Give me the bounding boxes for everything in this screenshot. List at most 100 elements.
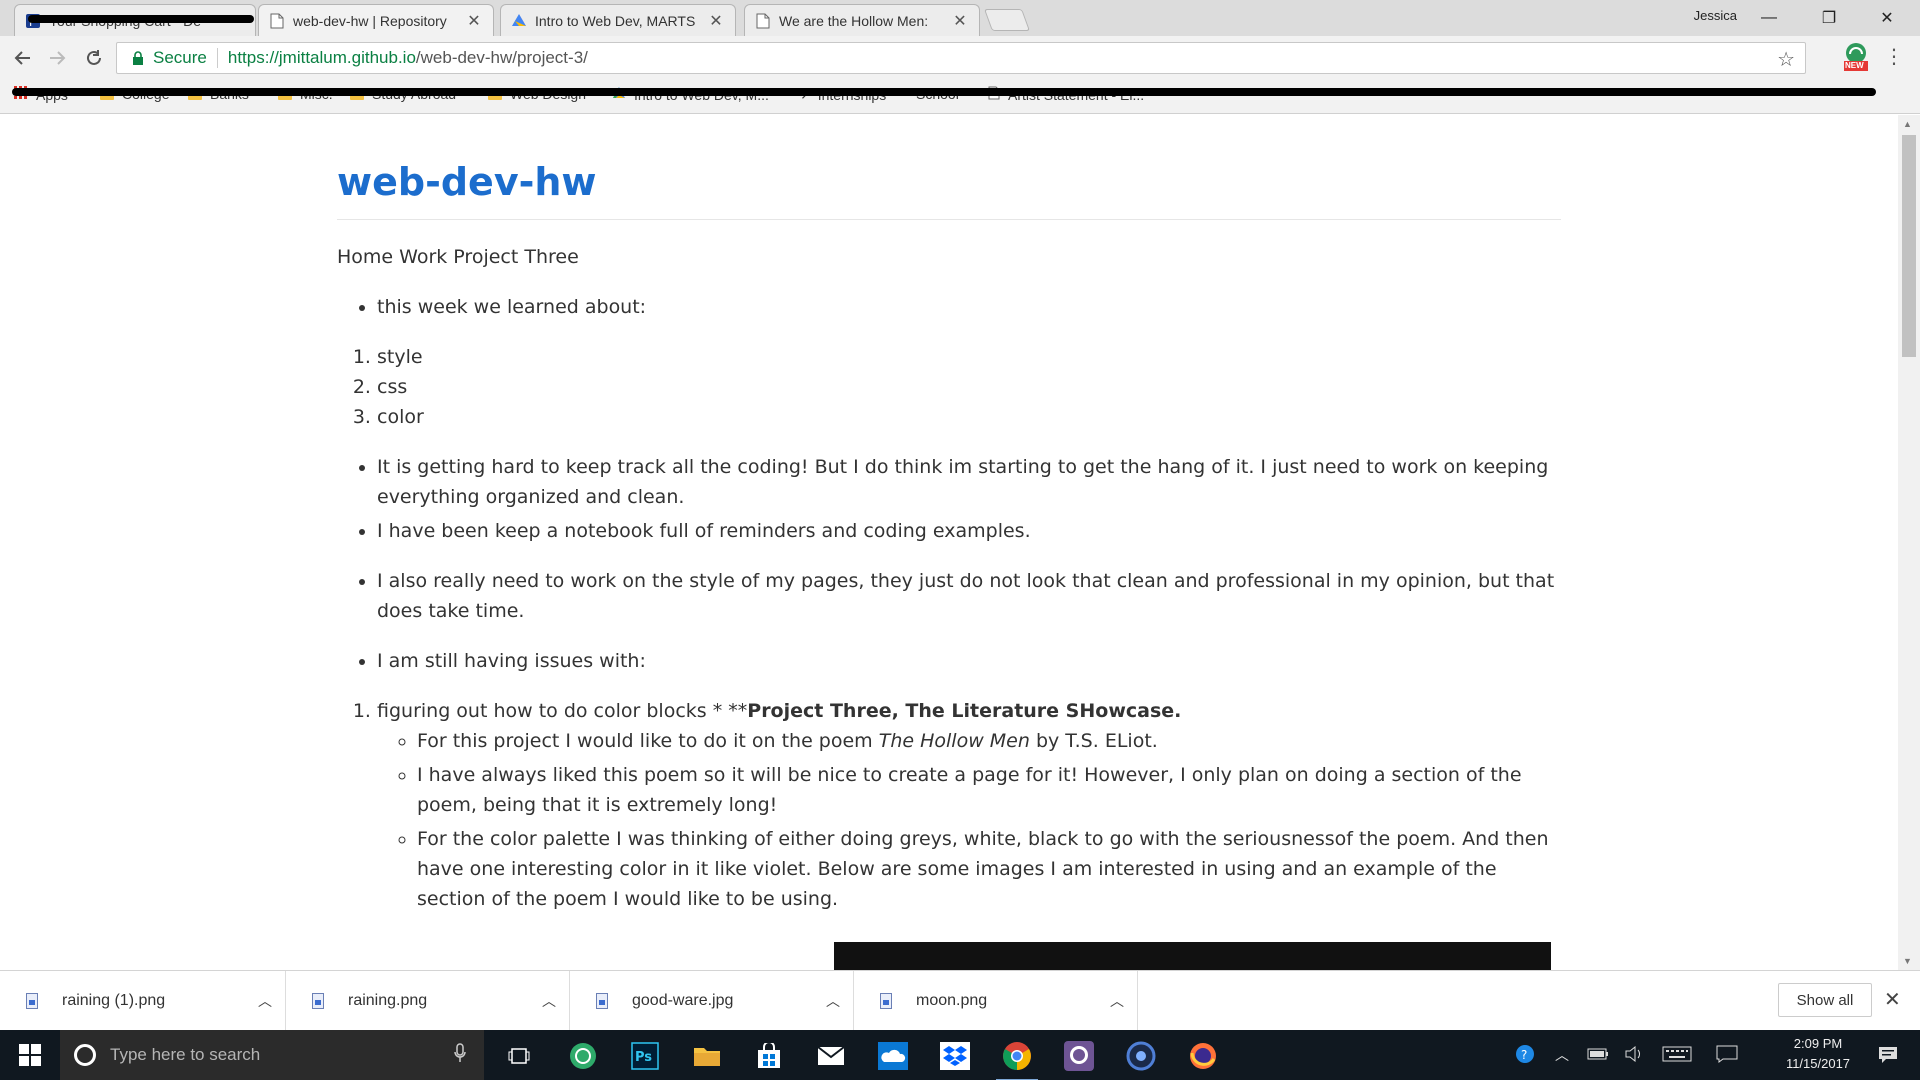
list-item: It is getting hard to keep track all the… bbox=[377, 452, 1561, 512]
download-item[interactable]: raining (1).png ︿ bbox=[0, 971, 286, 1031]
github-icon[interactable] bbox=[1054, 1036, 1104, 1076]
tab-title: Intro to Web Dev, MARTS bbox=[535, 12, 696, 29]
battery-icon[interactable] bbox=[1580, 1047, 1616, 1063]
action-center-icon[interactable] bbox=[1868, 1030, 1908, 1080]
list-item: css bbox=[377, 372, 1561, 402]
tab-title: web-dev-hw | Repository bbox=[293, 12, 447, 29]
clock-date: 11/15/2017 bbox=[1785, 1056, 1851, 1071]
tab-hollow-men[interactable]: We are the Hollow Men: ✕ bbox=[744, 4, 980, 36]
dropbox-icon[interactable] bbox=[930, 1036, 980, 1076]
download-filename: raining.png bbox=[348, 992, 428, 1009]
learned-list: style css color bbox=[337, 342, 1561, 432]
back-icon[interactable] bbox=[6, 42, 38, 74]
profile-name[interactable]: Jessica bbox=[1694, 8, 1737, 23]
scroll-up-icon[interactable]: ▲ bbox=[1903, 119, 1912, 129]
bullet-list: I also really need to work on the style … bbox=[337, 566, 1561, 626]
redaction-mark bbox=[28, 15, 254, 23]
bullet-list: this week we learned about: bbox=[337, 292, 1561, 322]
image-file-icon bbox=[880, 993, 892, 1009]
download-shelf: raining (1).png ︿ raining.png ︿ good-war… bbox=[0, 970, 1920, 1031]
chevron-up-icon[interactable]: ︿ bbox=[813, 991, 853, 1011]
close-shelf-icon[interactable]: ✕ bbox=[1884, 987, 1901, 1012]
page-icon bbox=[269, 13, 285, 29]
file-explorer-icon[interactable] bbox=[682, 1036, 732, 1076]
list-item: For this project I would like to do it o… bbox=[417, 726, 1561, 756]
project-heading: Project Three, The Literature SHowcase. bbox=[747, 700, 1182, 722]
app-green-icon[interactable] bbox=[558, 1036, 608, 1076]
windows-taskbar: Type here to search Ps ? ︿ 2:09 PM 11/15… bbox=[0, 1030, 1920, 1080]
keyboard-icon[interactable] bbox=[1652, 1046, 1702, 1065]
download-item[interactable]: raining.png ︿ bbox=[286, 971, 570, 1031]
text: For this project I would like to do it o… bbox=[417, 730, 879, 752]
image-file-icon bbox=[312, 993, 324, 1009]
svg-text:?: ? bbox=[1521, 1048, 1527, 1062]
store-icon[interactable] bbox=[744, 1036, 794, 1076]
bookmark-star-icon[interactable]: ☆ bbox=[1777, 47, 1795, 72]
mail-icon[interactable] bbox=[806, 1036, 856, 1076]
chat-icon[interactable] bbox=[1702, 1045, 1752, 1066]
tab-strip: P Your Shopping Cart - De web-dev-hw | R… bbox=[0, 0, 1920, 36]
list-item: this week we learned about: bbox=[377, 292, 1561, 322]
list-item: I also really need to work on the style … bbox=[377, 566, 1561, 626]
help-icon[interactable]: ? bbox=[1510, 1044, 1544, 1067]
microphone-icon[interactable] bbox=[454, 1042, 484, 1068]
page-icon bbox=[755, 13, 771, 29]
download-filename: good-ware.jpg bbox=[632, 992, 734, 1009]
issues-list: figuring out how to do color blocks * **… bbox=[337, 696, 1561, 914]
page-viewport: web-dev-hw Home Work Project Three this … bbox=[0, 115, 1898, 970]
windows-start-icon[interactable] bbox=[0, 1030, 60, 1080]
download-item[interactable]: good-ware.jpg ︿ bbox=[570, 971, 854, 1031]
close-tab-icon[interactable]: ✕ bbox=[951, 11, 969, 31]
volume-icon[interactable] bbox=[1616, 1045, 1652, 1065]
url-host: https://jmittalum.github.io bbox=[227, 48, 416, 67]
cortana-icon[interactable] bbox=[74, 1044, 96, 1066]
close-window-icon[interactable]: ✕ bbox=[1858, 0, 1916, 36]
app-blue-circle-icon[interactable] bbox=[1116, 1036, 1166, 1076]
scrollbar-thumb[interactable] bbox=[1902, 135, 1916, 357]
download-item[interactable]: moon.png ︿ bbox=[854, 971, 1138, 1031]
close-tab-icon[interactable]: ✕ bbox=[465, 11, 483, 31]
address-bar[interactable]: Secure https://jmittalum.github.io /web-… bbox=[116, 42, 1806, 74]
poem-image bbox=[834, 942, 1551, 970]
taskbar-clock[interactable]: 2:09 PM 11/15/2017 bbox=[1770, 1030, 1866, 1080]
browser-toolbar: Secure https://jmittalum.github.io /web-… bbox=[0, 36, 1920, 80]
forward-icon[interactable] bbox=[42, 42, 74, 74]
url-path: /web-dev-hw/project-3/ bbox=[415, 48, 588, 67]
download-filename: moon.png bbox=[916, 992, 988, 1009]
close-tab-icon[interactable]: ✕ bbox=[707, 11, 725, 31]
extension-badge: NEW bbox=[1845, 61, 1864, 70]
chevron-up-icon[interactable]: ︿ bbox=[529, 991, 569, 1011]
show-all-button[interactable]: Show all bbox=[1778, 983, 1872, 1017]
tab-web-dev-hw[interactable]: web-dev-hw | Repository ✕ bbox=[258, 4, 494, 36]
taskbar-search[interactable]: Type here to search bbox=[60, 1030, 484, 1080]
restore-icon[interactable]: ❐ bbox=[1800, 0, 1858, 36]
markdown-page: web-dev-hw Home Work Project Three this … bbox=[337, 115, 1561, 970]
page-title[interactable]: web-dev-hw bbox=[337, 157, 1561, 207]
divider bbox=[337, 219, 1561, 220]
list-item: figuring out how to do color blocks * **… bbox=[377, 696, 1561, 914]
onedrive-icon[interactable] bbox=[868, 1036, 918, 1076]
chevron-up-icon[interactable]: ︿ bbox=[1097, 991, 1137, 1011]
extension-icon[interactable]: NEW bbox=[1842, 42, 1870, 72]
page-scrollbar[interactable]: ▲ ▼ bbox=[1898, 115, 1920, 970]
task-view-icon[interactable] bbox=[494, 1036, 544, 1076]
reload-icon[interactable] bbox=[78, 42, 110, 74]
google-drive-icon bbox=[511, 13, 527, 29]
scroll-down-icon[interactable]: ▼ bbox=[1903, 956, 1912, 966]
list-item: I have been keep a notebook full of remi… bbox=[377, 516, 1561, 546]
bullet-list: It is getting hard to keep track all the… bbox=[337, 452, 1561, 546]
firefox-icon[interactable] bbox=[1178, 1036, 1228, 1076]
bullet-list: I am still having issues with: bbox=[337, 646, 1561, 676]
new-tab-button[interactable] bbox=[983, 9, 1031, 31]
image-file-icon bbox=[26, 993, 38, 1009]
chrome-menu-icon[interactable]: ⋮ bbox=[1884, 44, 1904, 72]
minimize-icon[interactable]: — bbox=[1740, 0, 1798, 36]
chevron-up-icon[interactable]: ︿ bbox=[1544, 1045, 1580, 1065]
lock-icon bbox=[127, 51, 149, 65]
chrome-icon[interactable] bbox=[992, 1036, 1042, 1080]
chevron-up-icon[interactable]: ︿ bbox=[245, 991, 285, 1011]
photoshop-icon[interactable]: Ps bbox=[620, 1036, 670, 1076]
tab-intro-web-dev[interactable]: Intro to Web Dev, MARTS ✕ bbox=[500, 4, 736, 36]
divider bbox=[216, 48, 218, 68]
bookmarks-bar: Apps College Banks Misc. Study Abroad We… bbox=[0, 80, 1920, 114]
